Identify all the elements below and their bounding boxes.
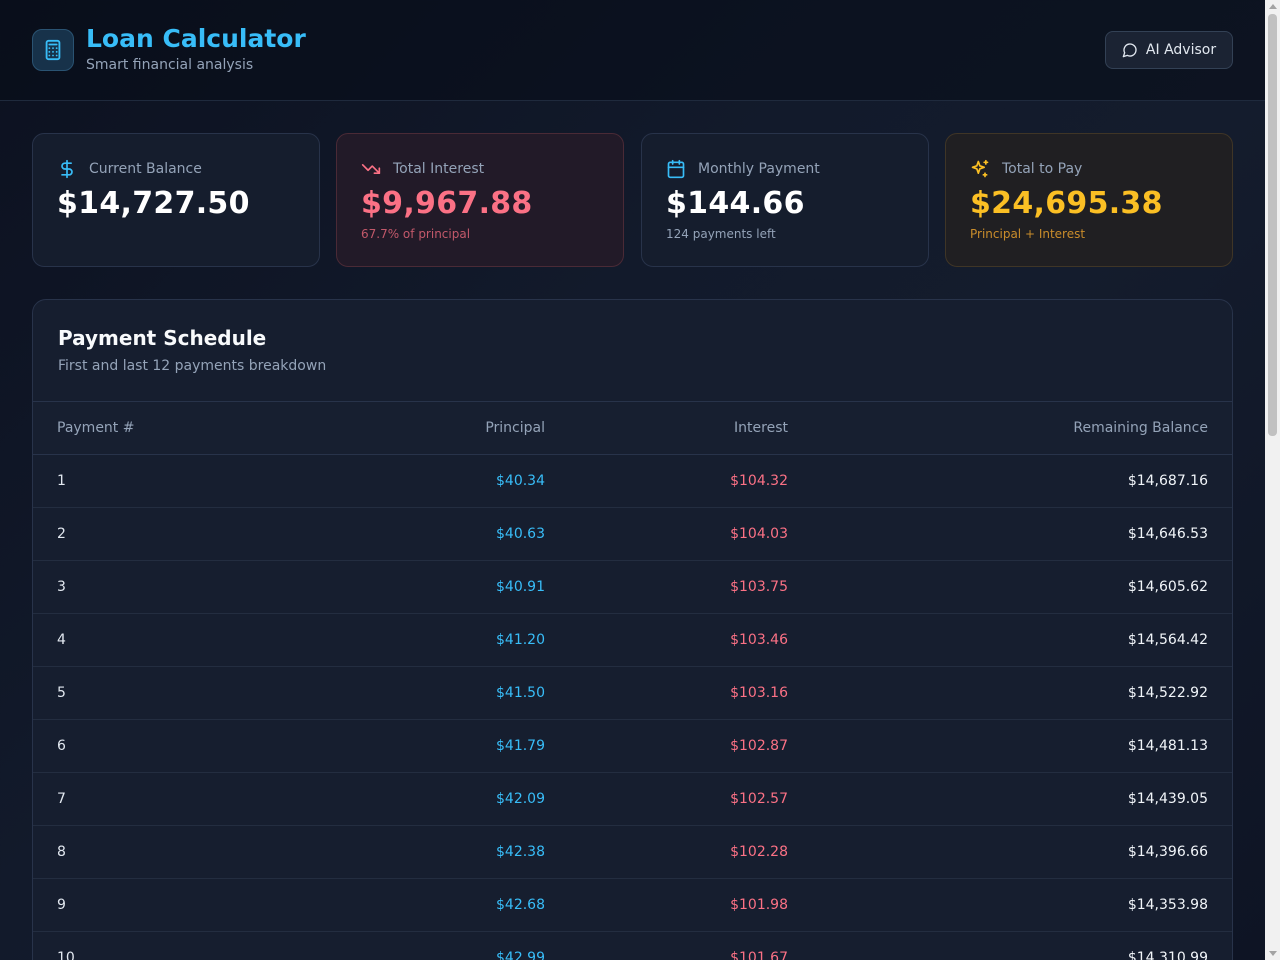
principal-cell: $40.34 [283, 454, 545, 508]
interest-cell: $101.98 [545, 878, 788, 932]
interest-cell: $103.46 [545, 613, 788, 667]
balance-cell: $14,522.92 [788, 666, 1232, 720]
card-note: Principal + Interest [970, 227, 1086, 241]
card-note: 67.7% of principal [361, 227, 471, 241]
principal-cell: $42.38 [283, 825, 545, 879]
balance-cell: $14,439.05 [788, 772, 1232, 826]
principal-cell: $40.91 [283, 560, 545, 614]
balance-cell: $14,605.62 [788, 560, 1232, 614]
balance-cell: $14,310.99 [788, 931, 1232, 960]
table-row: 1 $40.34 $104.32 $14,687.16 [33, 454, 1232, 508]
column-header-balance: Remaining Balance [788, 401, 1232, 455]
page-scrollbar[interactable] [1265, 0, 1280, 960]
chat-bubble-icon [1122, 42, 1138, 58]
scroll-down-arrow-icon[interactable] [1269, 951, 1277, 956]
table-row: 8 $42.38 $102.28 $14,396.66 [33, 825, 1232, 879]
principal-cell: $41.79 [283, 719, 545, 773]
interest-cell: $104.32 [545, 454, 788, 508]
app-header: Loan Calculator Smart financial analysis… [0, 0, 1265, 101]
current-balance-card: Current Balance $14,727.50 [32, 133, 320, 267]
balance-cell: $14,687.16 [788, 454, 1232, 508]
payment-number-cell: 4 [33, 613, 283, 667]
card-value: $14,727.50 [57, 186, 250, 221]
principal-cell: $41.20 [283, 613, 545, 667]
table-row: 10 $42.99 $101.67 $14,310.99 [33, 931, 1232, 960]
calculator-icon [32, 29, 74, 71]
payment-number-cell: 2 [33, 507, 283, 561]
payment-number-cell: 7 [33, 772, 283, 826]
principal-cell: $42.09 [283, 772, 545, 826]
app-title: Loan Calculator [86, 24, 306, 53]
interest-cell: $102.87 [545, 719, 788, 773]
ai-advisor-button[interactable]: AI Advisor [1105, 31, 1233, 69]
payment-schedule-table: Payment # Principal Interest Remaining B… [33, 401, 1232, 960]
panel-subtitle: First and last 12 payments breakdown [58, 358, 327, 374]
card-note: 124 payments left [666, 227, 776, 241]
scroll-up-arrow-icon[interactable] [1269, 4, 1277, 9]
balance-cell: $14,353.98 [788, 878, 1232, 932]
table-row: 2 $40.63 $104.03 $14,646.53 [33, 507, 1232, 561]
interest-cell: $102.57 [545, 772, 788, 826]
table-row: 3 $40.91 $103.75 $14,605.62 [33, 560, 1232, 614]
payment-number-cell: 1 [33, 454, 283, 508]
card-label: Current Balance [89, 161, 202, 177]
scrollbar-thumb[interactable] [1268, 14, 1277, 436]
ai-advisor-label: AI Advisor [1145, 42, 1217, 58]
table-header-row: Payment # Principal Interest Remaining B… [33, 401, 1232, 455]
sparkles-icon [970, 159, 990, 179]
table-row: 6 $41.79 $102.87 $14,481.13 [33, 719, 1232, 773]
column-header-principal: Principal [283, 401, 545, 455]
panel-title: Payment Schedule [58, 326, 267, 350]
card-value: $9,967.88 [361, 186, 533, 221]
balance-cell: $14,396.66 [788, 825, 1232, 879]
interest-cell: $103.75 [545, 560, 788, 614]
card-value: $24,695.38 [970, 186, 1163, 221]
balance-cell: $14,646.53 [788, 507, 1232, 561]
payment-number-cell: 9 [33, 878, 283, 932]
payment-number-cell: 10 [33, 931, 283, 960]
principal-cell: $40.63 [283, 507, 545, 561]
payment-schedule-panel: Payment Schedule First and last 12 payme… [32, 299, 1233, 960]
dollar-icon [57, 159, 77, 179]
calendar-icon [666, 159, 686, 179]
table-row: 7 $42.09 $102.57 $14,439.05 [33, 772, 1232, 826]
card-label: Total to Pay [1002, 161, 1083, 177]
principal-cell: $41.50 [283, 666, 545, 720]
column-header-payment: Payment # [33, 401, 283, 455]
balance-cell: $14,481.13 [788, 719, 1232, 773]
monthly-payment-card: Monthly Payment $144.66 124 payments lef… [641, 133, 929, 267]
interest-cell: $102.28 [545, 825, 788, 879]
app-subtitle: Smart financial analysis [86, 57, 254, 73]
principal-cell: $42.68 [283, 878, 545, 932]
card-label: Monthly Payment [698, 161, 820, 177]
payment-number-cell: 3 [33, 560, 283, 614]
table-row: 4 $41.20 $103.46 $14,564.42 [33, 613, 1232, 667]
principal-cell: $42.99 [283, 931, 545, 960]
payment-number-cell: 8 [33, 825, 283, 879]
interest-cell: $103.16 [545, 666, 788, 720]
total-to-pay-card: Total to Pay $24,695.38 Principal + Inte… [945, 133, 1233, 267]
balance-cell: $14,564.42 [788, 613, 1232, 667]
total-interest-card: Total Interest $9,967.88 67.7% of princi… [336, 133, 624, 267]
trending-down-icon [361, 159, 381, 179]
table-row: 9 $42.68 $101.98 $14,353.98 [33, 878, 1232, 932]
payment-number-cell: 5 [33, 666, 283, 720]
interest-cell: $104.03 [545, 507, 788, 561]
interest-cell: $101.67 [545, 931, 788, 960]
card-value: $144.66 [666, 186, 805, 221]
column-header-interest: Interest [545, 401, 788, 455]
card-label: Total Interest [393, 161, 485, 177]
payment-number-cell: 6 [33, 719, 283, 773]
table-row: 5 $41.50 $103.16 $14,522.92 [33, 666, 1232, 720]
